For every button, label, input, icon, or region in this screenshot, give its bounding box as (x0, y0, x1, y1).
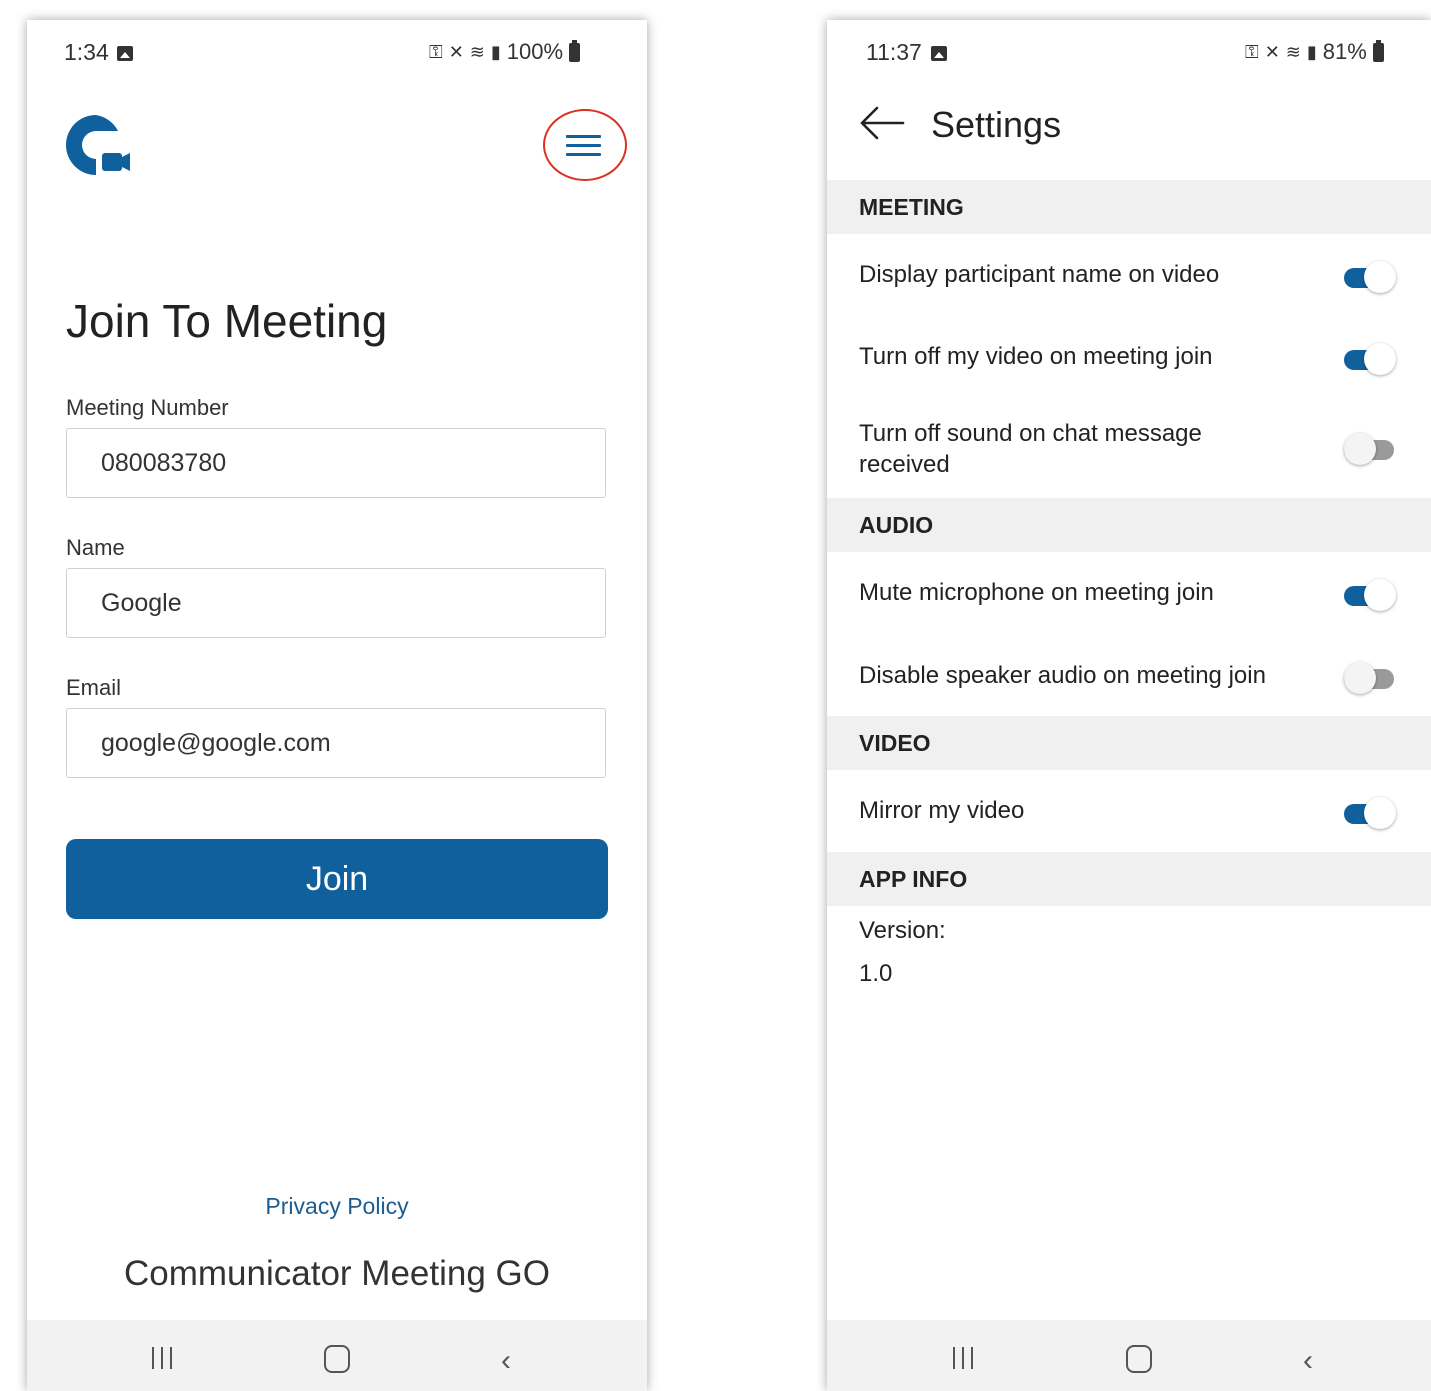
version-label: Version: (859, 917, 946, 944)
gallery-notification-icon (931, 46, 947, 61)
display-name-toggle[interactable] (1344, 259, 1398, 293)
status-bar: 1:34 ⚿ ✕ ≋ ▮ 100% (27, 20, 647, 84)
video-off-toggle[interactable] (1344, 341, 1398, 375)
status-time: 1:34 (64, 39, 109, 65)
mirror-label: Mirror my video (859, 797, 1025, 824)
join-meeting-screen: 1:34 ⚿ ✕ ≋ ▮ 100% Join To Meeting Meetin… (27, 20, 647, 1391)
privacy-policy-link[interactable]: Privacy Policy (27, 1193, 647, 1220)
recents-icon[interactable] (952, 1347, 976, 1369)
mute-icon: ✕ (448, 41, 464, 62)
display-name-label: Display participant name on video (859, 261, 1220, 288)
battery-icon (1372, 39, 1384, 62)
speaker-label: Disable speaker audio on meeting join (859, 662, 1266, 689)
mute-icon: ✕ (1264, 41, 1280, 62)
back-nav-icon[interactable]: ‹ (501, 1344, 511, 1378)
settings-screen: 11:37 ⚿ ✕ ≋ ▮ 81% Settings MEETING Displ… (827, 20, 1431, 1391)
recents-icon[interactable] (151, 1347, 175, 1369)
menu-line-icon (566, 135, 601, 138)
section-header: AUDIO (859, 512, 934, 538)
navigation-bar: ‹ (27, 1320, 647, 1391)
section-header: APP INFO (859, 866, 968, 892)
speaker-toggle[interactable] (1344, 660, 1398, 694)
battery-percent: 100% (506, 39, 564, 64)
status-bar: 11:37 ⚿ ✕ ≋ ▮ 81% (827, 20, 1431, 84)
hamburger-menu-button[interactable] (543, 109, 627, 181)
meeting-number-label: Meeting Number (66, 395, 229, 420)
version-value: 1.0 (859, 960, 893, 987)
battery-percent: 81% (1322, 39, 1367, 64)
vpn-key-icon: ⚿ (429, 41, 443, 62)
meeting-number-value: 080083780 (101, 449, 227, 477)
status-time: 11:37 (866, 39, 922, 65)
signal-icon: ▮ (490, 41, 501, 62)
section-header: MEETING (859, 194, 964, 220)
home-icon[interactable] (1126, 1345, 1152, 1373)
meeting-number-input[interactable]: 080083780 (66, 428, 606, 498)
email-label: Email (66, 675, 122, 700)
app-name: Communicator Meeting GO (124, 1254, 550, 1293)
name-label: Name (66, 535, 125, 560)
section-audio: AUDIO (827, 498, 1431, 552)
status-icons: ⚿ ✕ ≋ ▮ 100% (429, 39, 581, 65)
video-off-label: Turn off my video on meeting join (859, 343, 1213, 370)
navigation-bar: ‹ (827, 1320, 1431, 1391)
app-logo-icon (66, 115, 130, 175)
status-icons: ⚿ ✕ ≋ ▮ 81% (1245, 39, 1384, 65)
name-value: Google (101, 589, 182, 617)
wifi-icon: ≋ (469, 41, 485, 62)
back-nav-icon[interactable]: ‹ (1303, 1344, 1313, 1378)
home-icon[interactable] (324, 1345, 350, 1373)
chat-sound-toggle[interactable] (1344, 431, 1398, 465)
section-header: VIDEO (859, 730, 931, 756)
email-value: google@google.com (101, 729, 331, 757)
email-input[interactable]: google@google.com (66, 708, 606, 778)
join-button[interactable]: Join (66, 839, 608, 919)
signal-icon: ▮ (1306, 41, 1317, 62)
wifi-icon: ≋ (1285, 41, 1301, 62)
section-video: VIDEO (827, 716, 1431, 770)
section-meeting: MEETING (827, 180, 1431, 234)
menu-line-icon (566, 144, 601, 147)
mute-mic-toggle[interactable] (1344, 577, 1398, 611)
menu-line-icon (566, 153, 601, 156)
mirror-toggle[interactable] (1344, 795, 1398, 829)
mute-mic-label: Mute microphone on meeting join (859, 579, 1214, 606)
battery-icon (569, 39, 581, 62)
section-app-info: APP INFO (827, 852, 1431, 906)
chat-sound-label: Turn off sound on chat message received (859, 420, 1202, 478)
vpn-key-icon: ⚿ (1245, 41, 1259, 62)
page-title: Join To Meeting (66, 295, 388, 347)
name-input[interactable]: Google (66, 568, 606, 638)
page-title: Settings (931, 104, 1062, 145)
gallery-notification-icon (117, 46, 133, 61)
back-arrow-icon[interactable] (859, 106, 905, 140)
